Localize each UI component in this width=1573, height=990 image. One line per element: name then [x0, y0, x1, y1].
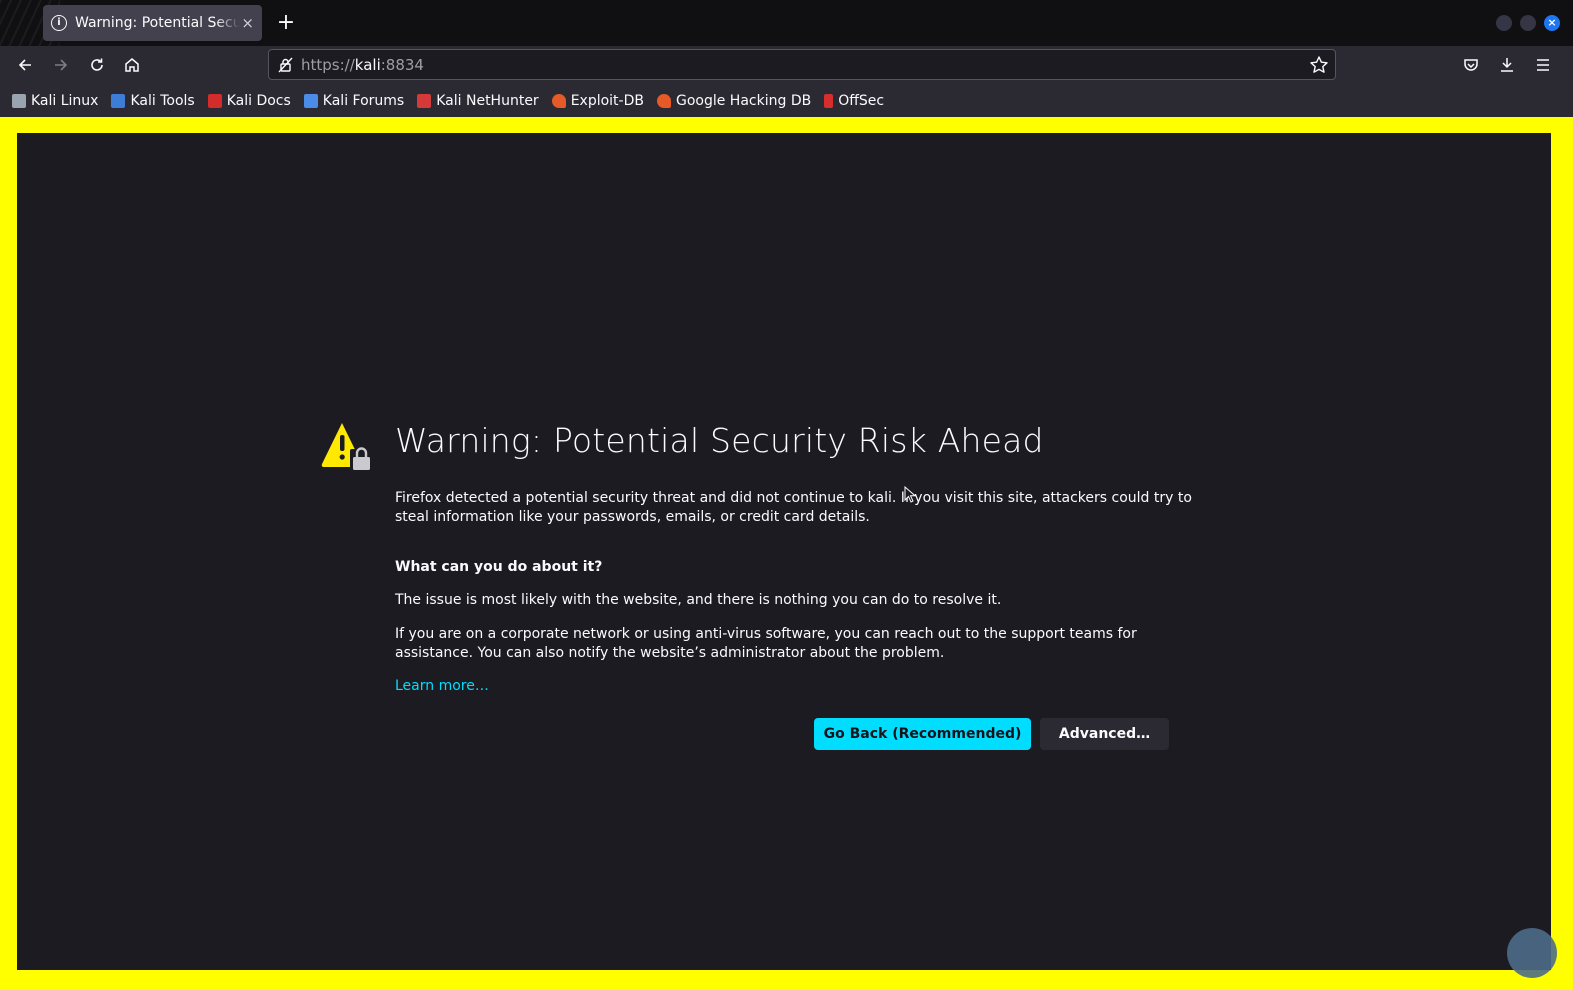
arrow-left-icon [18, 59, 31, 71]
advanced-button[interactable]: Advanced… [1040, 718, 1169, 750]
downloads-button[interactable] [1492, 50, 1522, 80]
bookmark-offsec[interactable]: OffSec [824, 93, 884, 109]
learn-more-link[interactable]: Learn more… [395, 678, 489, 694]
warning-lock-icon [321, 423, 372, 471]
error-page: Warning: Potential Security Risk Ahead F… [17, 133, 1557, 978]
mouse-cursor-icon [904, 486, 916, 503]
bookmark-exploit-db[interactable]: Exploit-DB [551, 93, 644, 109]
page-viewport-frame: Warning: Potential Security Risk Ahead F… [0, 117, 1573, 990]
tab-strip: i Warning: Potential Security Risk Ahead… [0, 0, 1573, 46]
home-icon [125, 58, 139, 72]
bookmark-kali-docs[interactable]: Kali Docs [207, 93, 291, 109]
window-maximize-button[interactable] [1520, 15, 1536, 31]
bookmark-kali-tools[interactable]: Kali Tools [111, 93, 195, 109]
issue-explanation: The issue is most likely with the websit… [395, 592, 1002, 608]
bookmark-kali-forums[interactable]: Kali Forums [303, 93, 404, 109]
back-button[interactable] [10, 50, 40, 80]
bookmarks-toolbar: Kali Linux Kali Tools Kali Docs Kali For… [0, 84, 1573, 117]
navigation-toolbar: https://kali:8834 [0, 46, 1573, 84]
ghdb-icon [656, 93, 671, 108]
kali-forums-icon [303, 93, 318, 108]
window-minimize-button[interactable] [1496, 15, 1512, 31]
bookmark-kali-nethunter[interactable]: Kali NetHunter [417, 93, 539, 109]
star-icon[interactable] [1309, 55, 1329, 75]
kali-docs-icon [207, 93, 222, 108]
download-icon [1501, 58, 1513, 72]
pocket-button[interactable] [1456, 50, 1486, 80]
watermark-logo [1507, 928, 1557, 978]
tab-title: Warning: Potential Security Risk Ahead [75, 15, 240, 31]
go-back-button[interactable]: Go Back (Recommended) [814, 718, 1031, 750]
page-title: Warning: Potential Security Risk Ahead [395, 421, 1044, 460]
url-bar[interactable]: https://kali:8834 [268, 49, 1336, 80]
menu-button[interactable] [1528, 50, 1558, 80]
pocket-icon [1464, 59, 1478, 71]
window-close-button[interactable]: × [1544, 15, 1560, 31]
kali-dragon-icon [12, 93, 26, 108]
info-icon: i [51, 15, 67, 31]
reload-icon [91, 58, 103, 71]
threat-description: Firefox detected a potential security th… [395, 490, 1192, 525]
kali-tools-icon [111, 93, 126, 108]
insecure-lock-icon[interactable] [277, 56, 295, 74]
url-text: https://kali:8834 [301, 56, 424, 74]
forward-button[interactable] [46, 50, 76, 80]
home-button[interactable] [117, 50, 147, 80]
new-tab-button[interactable]: + [274, 9, 298, 37]
offsec-icon [824, 93, 834, 108]
reload-button[interactable] [82, 50, 112, 80]
bookmark-kali-linux[interactable]: Kali Linux [12, 93, 98, 109]
active-tab[interactable]: i Warning: Potential Security Risk Ahead… [43, 5, 262, 41]
hamburger-menu-icon [1537, 59, 1549, 71]
tab-close-button[interactable]: × [241, 14, 254, 32]
what-can-you-do-heading: What can you do about it? [395, 559, 603, 575]
corporate-network-advice: If you are on a corporate network or usi… [395, 626, 1137, 661]
arrow-right-icon [55, 59, 68, 71]
nethunter-icon [417, 93, 432, 108]
exploit-db-icon [551, 93, 566, 108]
bookmark-google-hacking-db[interactable]: Google Hacking DB [656, 93, 811, 109]
